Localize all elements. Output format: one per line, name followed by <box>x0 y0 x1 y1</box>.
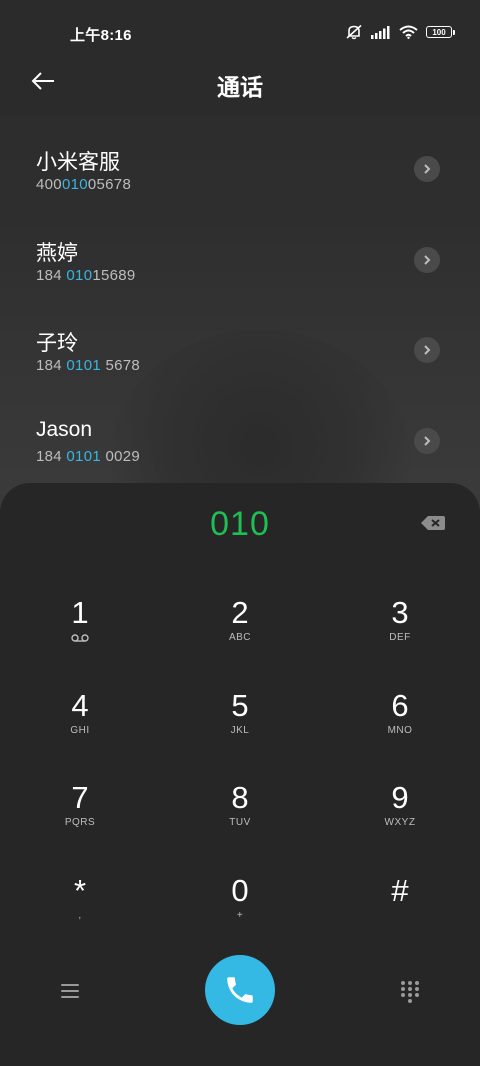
key-letters: , <box>78 909 82 921</box>
number-suffix: 0029 <box>100 447 141 465</box>
key-digit: 8 <box>231 780 249 815</box>
contact-row[interactable]: 小米客服 40001005678 <box>0 128 480 219</box>
key-5[interactable]: 5 JKL <box>160 666 320 759</box>
backspace-icon <box>421 516 445 530</box>
chevron-right-icon <box>424 164 431 174</box>
key-letters: DEF <box>389 632 411 643</box>
key-letters: TUV <box>229 817 251 828</box>
key-digit: 5 <box>231 687 249 723</box>
number-suffix: 15689 <box>92 266 136 284</box>
status-icons: 100 <box>345 24 455 40</box>
key-letters: ABC <box>228 632 252 643</box>
key-digit: 3 <box>391 595 409 630</box>
key-star[interactable]: * , <box>0 851 160 944</box>
contact-number: 184 0101 0029 <box>36 448 140 465</box>
number-suffix: 5678 <box>100 357 141 374</box>
key-9[interactable]: 9 WXYZ <box>320 758 480 851</box>
contact-detail-button[interactable] <box>414 427 440 454</box>
contact-name: 燕婷 <box>36 241 78 265</box>
number-match: 0101 <box>66 357 101 374</box>
signal-icon <box>371 25 390 39</box>
number-match: 010 <box>66 266 93 284</box>
key-letters: PQRS <box>64 817 96 828</box>
key-letters: JKL <box>230 724 250 736</box>
key-digit: 1 <box>71 595 89 630</box>
dialed-number[interactable]: 010 <box>0 505 480 544</box>
battery-level: 100 <box>432 27 446 37</box>
keypad-grid: 1 2 ABC 3 DEF 4 GHI 5 JKL 6 MNO 7 PQRS 8… <box>0 573 480 943</box>
key-1[interactable]: 1 <box>0 573 160 666</box>
keypad-toggle-button[interactable] <box>399 980 421 1004</box>
contact-name: Jason <box>36 417 93 441</box>
contact-number: 184 0101 5678 <box>36 357 140 374</box>
key-7[interactable]: 7 PQRS <box>0 758 160 851</box>
key-hash[interactable]: # <box>320 851 480 944</box>
key-6[interactable]: 6 MNO <box>320 666 480 759</box>
contact-name: 子玲 <box>36 332 78 355</box>
battery-icon: 100 <box>426 26 455 38</box>
key-digit: 6 <box>391 687 409 723</box>
contact-detail-button[interactable] <box>414 246 440 273</box>
key-4[interactable]: 4 GHI <box>0 666 160 759</box>
number-prefix: 184 <box>36 357 67 374</box>
status-time: 上午8:16 <box>70 27 132 44</box>
contact-suggestions: 小米客服 40001005678 燕婷 184 01015689 子玲 184 … <box>0 128 480 490</box>
number-suffix: 05678 <box>87 176 132 193</box>
key-digit: 4 <box>71 687 89 723</box>
wifi-icon <box>399 25 418 39</box>
chevron-right-icon <box>424 435 431 446</box>
number-prefix: 184 <box>36 266 67 284</box>
number-match: 010 <box>61 176 88 193</box>
key-letters: + <box>236 909 244 921</box>
voicemail-icon <box>71 634 89 642</box>
key-digit: 9 <box>391 780 409 815</box>
number-match: 0101 <box>66 447 101 465</box>
key-digit: 7 <box>71 780 89 815</box>
key-letters: GHI <box>70 724 90 736</box>
phone-icon <box>227 977 253 1003</box>
dialer-screen: 上午8:16 100 通话 小米客服 40001005678 燕婷 184 01… <box>0 0 480 1066</box>
page-title: 通话 <box>217 74 263 100</box>
contact-row[interactable]: 燕婷 184 01015689 <box>0 219 480 310</box>
contact-detail-button[interactable] <box>414 337 440 363</box>
contact-number: 40001005678 <box>36 176 131 193</box>
menu-button[interactable] <box>59 980 81 1002</box>
number-prefix: 400 <box>36 176 62 193</box>
chevron-right-icon <box>424 345 431 355</box>
backspace-button[interactable] <box>420 513 446 533</box>
key-digit: 2 <box>231 595 249 630</box>
menu-icon <box>61 984 79 998</box>
key-0[interactable]: 0 + <box>160 851 320 944</box>
contact-detail-button[interactable] <box>414 156 440 182</box>
key-digit: # <box>391 872 409 908</box>
dialpad-icon <box>401 981 419 1003</box>
key-8[interactable]: 8 TUV <box>160 758 320 851</box>
key-letters: WXYZ <box>384 817 416 828</box>
key-2[interactable]: 2 ABC <box>160 573 320 666</box>
contact-number: 184 01015689 <box>36 267 136 284</box>
mute-bell-icon <box>346 24 362 40</box>
chevron-right-icon <box>424 254 431 265</box>
key-digit: * <box>73 872 87 908</box>
number-prefix: 184 <box>36 447 67 465</box>
contact-row[interactable]: 子玲 184 0101 5678 <box>0 309 480 400</box>
contact-row[interactable]: Jason 184 0101 0029 <box>0 400 480 491</box>
call-button[interactable] <box>205 955 275 1025</box>
contact-name: 小米客服 <box>36 151 120 174</box>
key-3[interactable]: 3 DEF <box>320 573 480 666</box>
key-letters: MNO <box>387 724 413 736</box>
key-digit: 0 <box>231 872 249 908</box>
app-header: 通话 <box>0 48 480 116</box>
